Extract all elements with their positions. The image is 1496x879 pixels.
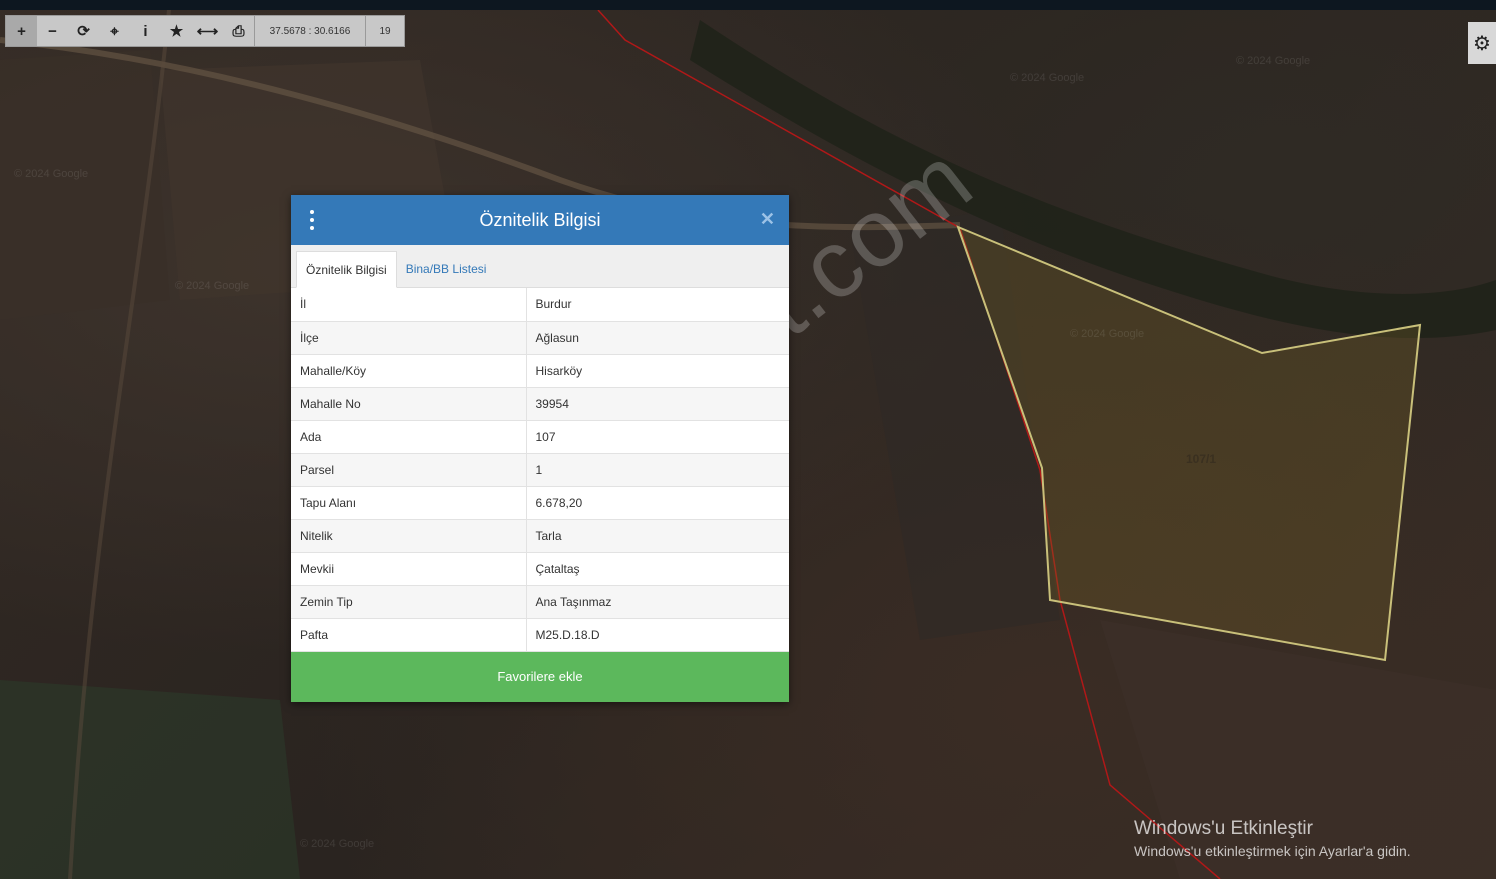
- table-row: Zemin Tip Ana Taşınmaz: [291, 585, 789, 619]
- add-to-favorites-button[interactable]: Favorilere ekle: [291, 651, 789, 702]
- zoom-level: 19: [379, 25, 391, 37]
- table-row: Mevkii Çataltaş: [291, 552, 789, 586]
- table-row: İl Burdur: [291, 288, 789, 322]
- gear-icon: ⚙: [1473, 32, 1491, 55]
- row-value: Çataltaş: [526, 552, 789, 586]
- table-row: Nitelik Tarla: [291, 519, 789, 553]
- google-attribution: © 2024 Google: [300, 838, 375, 850]
- coordinate-readout: 37.5678 : 30.6166: [254, 16, 366, 46]
- row-key: Parsel: [291, 453, 527, 487]
- row-key: Tapu Alanı: [291, 486, 527, 520]
- row-value: M25.D.18.D: [526, 618, 789, 652]
- table-row: İlçe Ağlasun: [291, 321, 789, 355]
- google-attribution: © 2024 Google: [1236, 55, 1311, 67]
- minus-icon: −: [48, 22, 57, 40]
- row-key: İl: [291, 288, 527, 322]
- info-icon: i: [143, 22, 148, 40]
- windows-activation-notice: Windows'u Etkinleştir Windows'u etkinleş…: [1134, 818, 1411, 859]
- refresh-icon: ⟳: [77, 23, 90, 40]
- info-button[interactable]: i: [130, 16, 161, 46]
- table-row: Mahalle/Köy Hisarköy: [291, 354, 789, 388]
- map-toolbar: + − ⟳ ⌖ i ★ ⟷ ⎙ 37.5678 : 30.6166 19: [5, 15, 405, 47]
- table-row: Ada 107: [291, 420, 789, 454]
- attribute-table: İl Burdur İlçe Ağlasun Mahalle/Köy Hisarköy…: [291, 288, 789, 652]
- top-bar: [0, 0, 1496, 10]
- print-button[interactable]: ⎙: [223, 16, 254, 46]
- measure-button[interactable]: ⟷: [192, 16, 223, 46]
- settings-button[interactable]: ⚙: [1468, 22, 1496, 64]
- activation-title: Windows'u Etkinleştir: [1134, 818, 1313, 839]
- star-icon: ★: [169, 23, 184, 40]
- row-key: Mahalle/Köy: [291, 354, 527, 388]
- print-icon: ⎙: [232, 22, 245, 40]
- google-attribution: © 2024 Google: [1070, 328, 1145, 340]
- table-row: Parsel 1: [291, 453, 789, 487]
- row-key: Nitelik: [291, 519, 527, 553]
- row-key: İlçe: [291, 321, 527, 355]
- row-key: Mahalle No: [291, 387, 527, 421]
- row-value: Hisarköy: [526, 354, 789, 388]
- row-value: Burdur: [526, 288, 789, 322]
- row-value: 107: [526, 420, 789, 454]
- row-value: Ağlasun: [526, 321, 789, 355]
- row-value: 6.678,20: [526, 486, 789, 520]
- popup-header: Öznitelik Bilgisi ✕: [291, 195, 789, 245]
- tab-building-list[interactable]: Bina/BB Listesi: [397, 250, 496, 287]
- measure-icon: ⟷: [196, 23, 219, 40]
- row-value: 1: [526, 453, 789, 487]
- table-row: Mahalle No 39954: [291, 387, 789, 421]
- attribute-info-popup: Öznitelik Bilgisi ✕ Öznitelik Bilgisi Bi…: [291, 195, 789, 702]
- tab-attribute-info[interactable]: Öznitelik Bilgisi: [296, 251, 397, 288]
- row-value: Ana Taşınmaz: [526, 585, 789, 619]
- row-value: Tarla: [526, 519, 789, 553]
- google-attribution: © 2024 Google: [175, 280, 250, 292]
- parcel-label[interactable]: 107/1: [1186, 452, 1216, 466]
- row-key: Zemin Tip: [291, 585, 527, 619]
- plus-icon: +: [17, 22, 26, 40]
- locate-button[interactable]: ⌖: [99, 16, 130, 46]
- popup-title: Öznitelik Bilgisi: [479, 209, 601, 230]
- close-icon[interactable]: ✕: [760, 209, 775, 230]
- refresh-button[interactable]: ⟳: [68, 16, 99, 46]
- popup-tabs: Öznitelik Bilgisi Bina/BB Listesi: [291, 245, 789, 288]
- google-attribution: © 2024 Google: [1010, 72, 1085, 84]
- zoom-out-button[interactable]: −: [37, 16, 68, 46]
- favorites-button[interactable]: ★: [161, 16, 192, 46]
- row-value: 39954: [526, 387, 789, 421]
- google-attribution: © 2024 Google: [14, 168, 89, 180]
- table-row: Pafta M25.D.18.D: [291, 618, 789, 652]
- row-key: Mevkii: [291, 552, 527, 586]
- row-key: Pafta: [291, 618, 527, 652]
- activation-subtitle: Windows'u etkinleştirmek için Ayarlar'a …: [1134, 843, 1411, 859]
- table-row: Tapu Alanı 6.678,20: [291, 486, 789, 520]
- locate-icon: ⌖: [110, 22, 119, 40]
- zoom-in-button[interactable]: +: [6, 16, 37, 46]
- vertical-dots-menu-icon[interactable]: [309, 210, 315, 230]
- row-key: Ada: [291, 420, 527, 454]
